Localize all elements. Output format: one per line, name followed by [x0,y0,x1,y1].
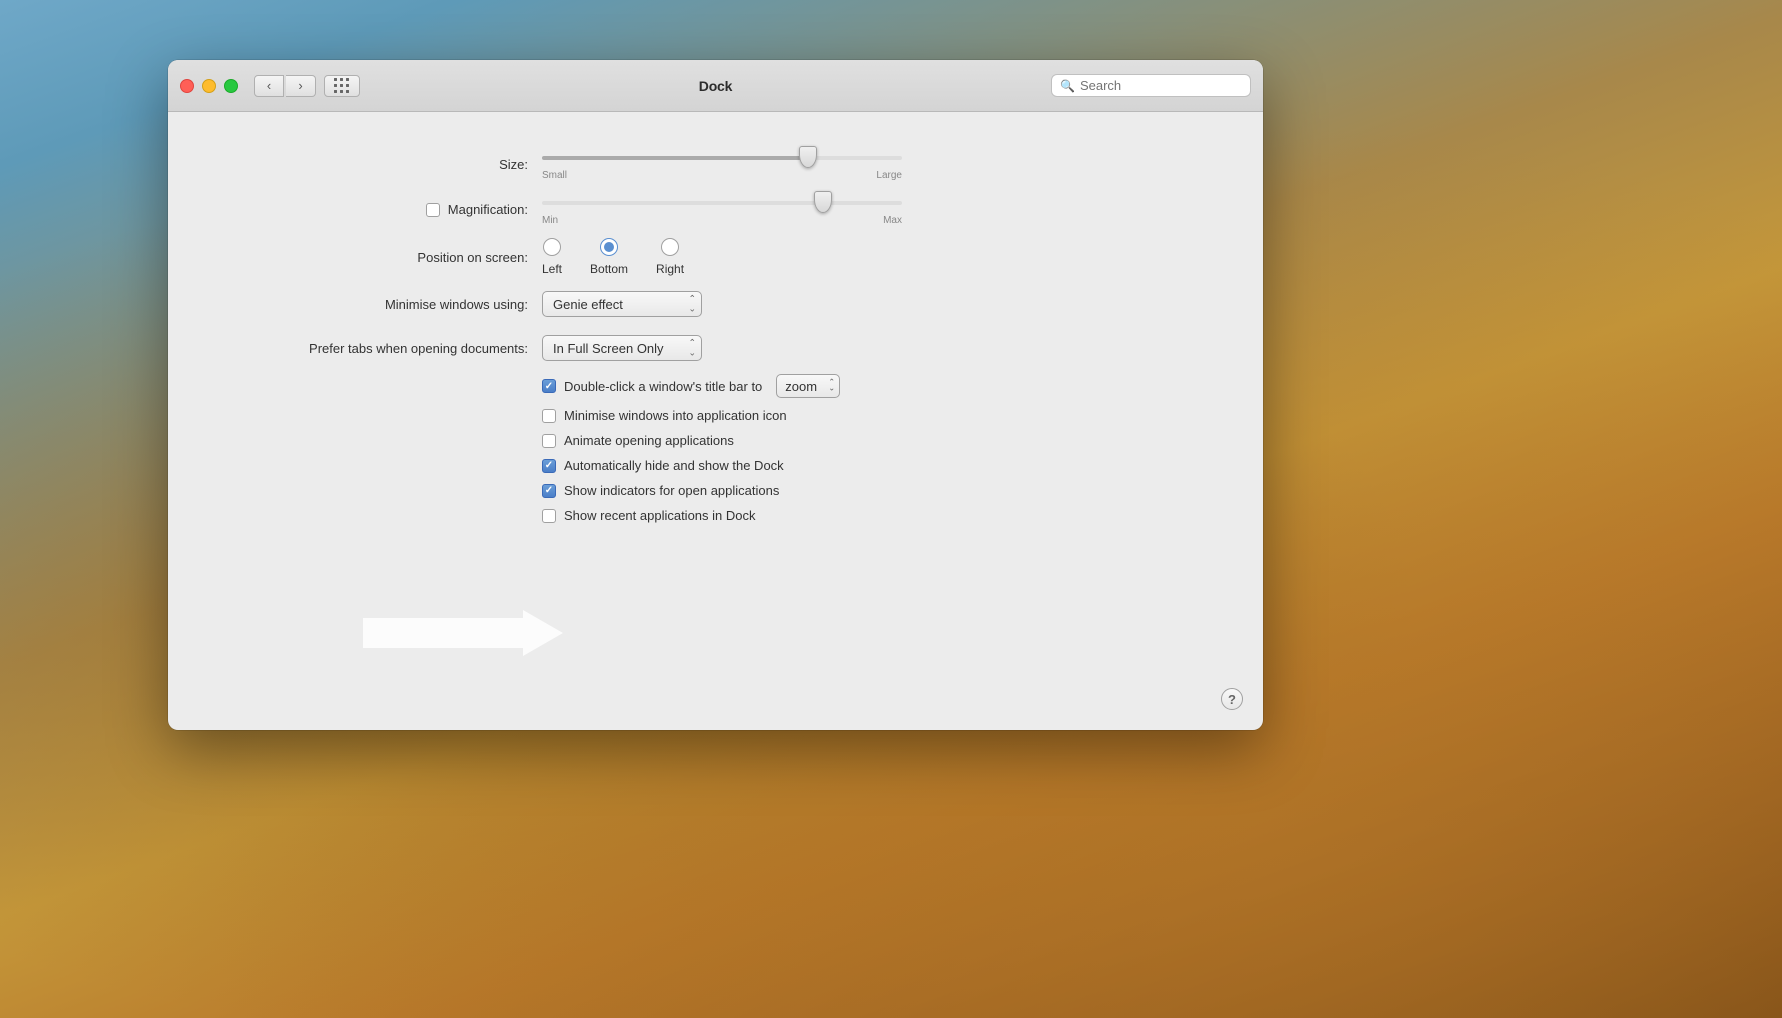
size-slider-labels: Small Large [542,170,902,181]
indicators-checkbox[interactable] [542,484,556,498]
minimise-dropdown-arrow-icon [688,295,696,314]
position-bottom-option[interactable]: Bottom [590,238,628,276]
recent-apps-label: Show recent applications in Dock [564,508,756,523]
prefer-tabs-row: Prefer tabs when opening documents: In F… [168,326,1263,370]
prefer-tabs-label: Prefer tabs when opening documents: [208,341,528,356]
content-area: Size: Small Large [168,112,1263,730]
magnification-label: Magnification: [448,202,528,217]
grid-icon [334,78,350,94]
size-small-label: Small [542,170,567,181]
position-right-label: Right [656,262,684,276]
autohide-row: Automatically hide and show the Dock [542,458,1263,473]
magnification-min-label: Min [542,215,558,226]
help-button[interactable]: ? [1221,688,1243,710]
size-slider-track [542,156,902,160]
window-title: Dock [699,78,732,94]
magnification-max-label: Max [883,215,902,226]
checkboxes-section: Double-click a window's title bar to zoo… [542,374,1263,523]
titlebar: ‹ › Dock 🔍 [168,60,1263,112]
minimise-dropdown-value: Genie effect [553,297,623,312]
double-click-action-dropdown[interactable]: zoom ⌃ ⌄ [776,374,840,398]
position-left-option[interactable]: Left [542,238,562,276]
size-row: Size: Small Large [168,142,1263,187]
prefer-tabs-dropdown-arrow-icon [688,339,696,358]
indicators-row: Show indicators for open applications [542,483,1263,498]
autohide-label: Automatically hide and show the Dock [564,458,784,473]
magnification-slider-thumb[interactable] [814,191,834,215]
prefer-tabs-dropdown[interactable]: In Full Screen Only [542,335,702,361]
maximize-button[interactable] [224,79,238,93]
recent-apps-row: Show recent applications in Dock [542,508,1263,523]
minimise-icon-checkbox[interactable] [542,409,556,423]
magnification-slider-labels: Min Max [542,215,902,226]
double-click-action-value: zoom [785,379,817,394]
minimise-icon-label: Minimise windows into application icon [564,408,787,423]
settings-content: Size: Small Large [168,112,1263,553]
search-box[interactable]: 🔍 [1051,74,1251,97]
magnification-slider-container: Min Max [542,193,902,226]
arrow-annotation-svg [363,608,563,658]
double-click-label: Double-click a window's title bar to [564,379,762,394]
position-left-radio[interactable] [543,238,561,256]
position-right-option[interactable]: Right [656,238,684,276]
size-slider-thumb[interactable] [799,146,819,170]
double-click-row: Double-click a window's title bar to zoo… [542,374,1263,398]
indicators-label: Show indicators for open applications [564,483,779,498]
size-large-label: Large [876,170,902,181]
prefer-tabs-dropdown-value: In Full Screen Only [553,341,664,356]
size-slider-wrap [542,148,902,168]
autohide-checkbox[interactable] [542,459,556,473]
minimise-row: Minimise windows using: Genie effect [168,282,1263,326]
traffic-lights [180,79,238,93]
animate-label: Animate opening applications [564,433,734,448]
preferences-window: ‹ › Dock 🔍 Size: [168,60,1263,730]
size-slider-container: Small Large [542,148,902,181]
position-bottom-label: Bottom [590,262,628,276]
arrow-annotation [363,608,563,658]
forward-button[interactable]: › [286,75,316,97]
position-radio-group: Left Bottom Right [542,238,684,276]
position-bottom-radio[interactable] [600,238,618,256]
magnification-slider-track [542,201,902,205]
position-left-label: Left [542,262,562,276]
minimise-dropdown[interactable]: Genie effect [542,291,702,317]
magnification-checkbox[interactable] [426,203,440,217]
size-label: Size: [208,157,528,172]
back-button[interactable]: ‹ [254,75,284,97]
position-right-radio[interactable] [661,238,679,256]
position-label: Position on screen: [208,250,528,265]
animate-checkbox[interactable] [542,434,556,448]
close-button[interactable] [180,79,194,93]
recent-apps-checkbox[interactable] [542,509,556,523]
nav-buttons: ‹ › [254,75,316,97]
minimise-icon-row: Minimise windows into application icon [542,408,1263,423]
minimise-label: Minimise windows using: [208,297,528,312]
magnification-row: Magnification: Min Max [168,187,1263,232]
grid-button[interactable] [324,75,360,97]
search-input[interactable] [1080,78,1242,93]
double-click-checkbox[interactable] [542,379,556,393]
magnification-slider-wrap [542,193,902,213]
minimize-button[interactable] [202,79,216,93]
position-row: Position on screen: Left Bottom Right [168,232,1263,282]
search-icon: 🔍 [1060,79,1075,93]
animate-row: Animate opening applications [542,433,1263,448]
